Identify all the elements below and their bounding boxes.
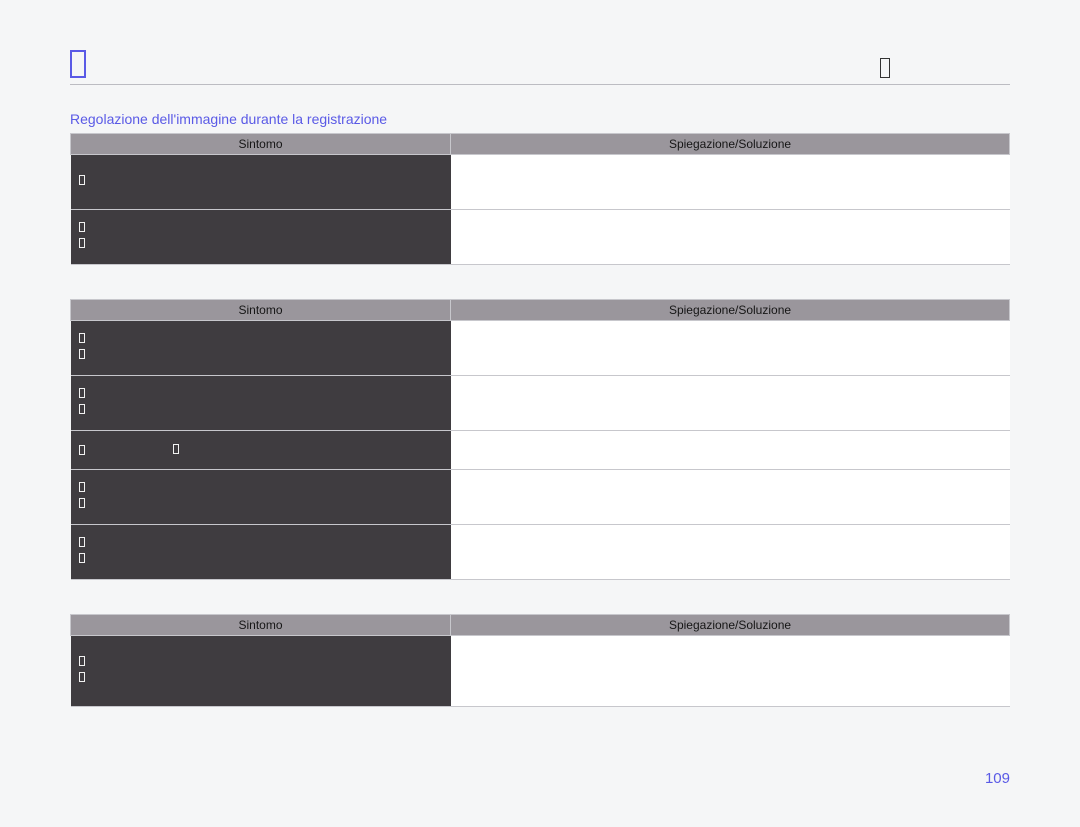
col-symptom: Sintomo [71,615,451,636]
troubleshoot-table-3: Sintomo Spiegazione/Soluzione [70,614,1010,707]
troubleshoot-table-1: Sintomo Spiegazione/Soluzione [70,133,1010,265]
col-explanation: Spiegazione/Soluzione [451,615,1010,636]
col-explanation: Spiegazione/Soluzione [451,300,1010,321]
table-row [71,376,1010,431]
explanation-cell [451,636,1010,707]
col-symptom: Sintomo [71,134,451,155]
col-symptom: Sintomo [71,300,451,321]
explanation-cell [451,431,1010,470]
table-row [71,470,1010,525]
table-row [71,155,1010,210]
symptom-cell [71,376,451,431]
page-header [70,50,1010,85]
table-row [71,525,1010,580]
symptom-cell [71,636,451,707]
symptom-cell [71,155,451,210]
table-row [71,431,1010,470]
explanation-cell [451,470,1010,525]
explanation-cell [451,210,1010,265]
troubleshoot-table-2: Sintomo Spiegazione/Soluzione [70,299,1010,580]
table-row [71,636,1010,707]
explanation-cell [451,525,1010,580]
section-title: Regolazione dell'immagine durante la reg… [70,111,1010,127]
table-row [71,210,1010,265]
nav-icon [880,58,890,78]
chapter-icon [70,50,86,78]
symptom-cell [71,321,451,376]
explanation-cell [451,321,1010,376]
table-row [71,321,1010,376]
symptom-cell [71,525,451,580]
page-number: 109 [985,770,1010,787]
col-explanation: Spiegazione/Soluzione [451,134,1010,155]
symptom-cell [71,470,451,525]
arrow-icon [173,443,179,457]
explanation-cell [451,376,1010,431]
symptom-cell [71,431,451,470]
symptom-cell [71,210,451,265]
explanation-cell [451,155,1010,210]
